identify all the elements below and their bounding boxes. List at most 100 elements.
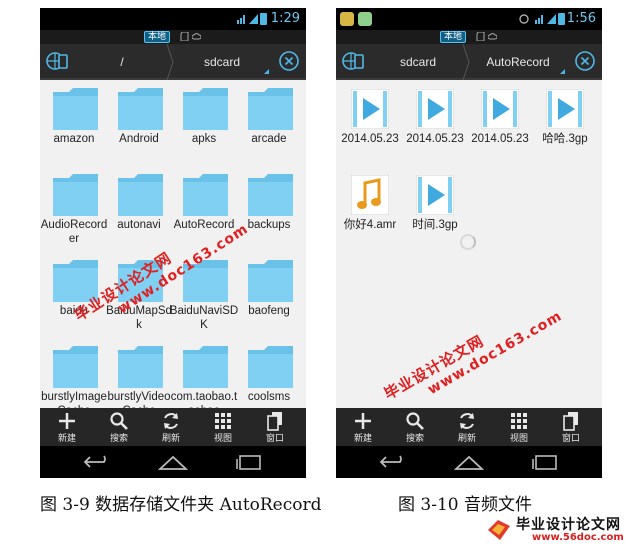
file-item[interactable]: 2014.05.23 — [467, 86, 533, 172]
folder-item[interactable]: backups — [236, 172, 302, 258]
new-label: 新建 — [353, 434, 372, 444]
folder-label: Android — [119, 133, 159, 145]
window-label: 窗口 — [561, 434, 580, 444]
refresh-icon — [460, 413, 474, 429]
file-item[interactable]: 2014.05.23 — [337, 86, 403, 172]
folder-item[interactable]: coolsms — [236, 344, 302, 408]
action-bar: 新建 搜索 刷新 视图 窗口 — [40, 408, 306, 446]
refresh-label: 刷新 — [457, 434, 476, 444]
breadcrumb-separator — [462, 44, 470, 80]
new-label: 新建 — [57, 434, 76, 444]
window-label: 窗口 — [265, 434, 284, 444]
folder-item[interactable]: com.taobao.taobao — [171, 344, 237, 408]
back-icon[interactable] — [82, 453, 112, 471]
dropdown-corner-icon — [560, 69, 565, 74]
audio-file-icon — [351, 175, 389, 215]
refresh-icon — [164, 413, 178, 429]
file-item[interactable]: 你好4.amr — [337, 172, 403, 258]
grid-view-icon — [511, 413, 527, 429]
battery-icon — [558, 13, 565, 25]
search-button[interactable]: 搜索 — [93, 408, 145, 446]
file-label: 哈哈.3gp — [542, 133, 588, 145]
refresh-button[interactable]: 刷新 — [441, 408, 493, 446]
folder-item[interactable]: amazon — [41, 86, 107, 172]
loading-spinner — [460, 234, 476, 250]
folder-label: apks — [191, 133, 217, 145]
breadcrumb-sdcard[interactable]: sdcard — [372, 44, 464, 80]
folder-label: amazon — [53, 133, 95, 145]
refresh-button[interactable]: 刷新 — [145, 408, 197, 446]
cloud-icon[interactable] — [192, 32, 201, 41]
folder-item[interactable]: AudioRecorder — [41, 172, 107, 258]
search-icon — [406, 412, 424, 430]
close-icon[interactable] — [276, 48, 302, 74]
file-label: 2014.05.23 — [471, 133, 529, 145]
folder-icon — [248, 346, 293, 388]
folder-icon — [248, 88, 293, 130]
folder-item[interactable]: autonavi — [106, 172, 172, 258]
folder-label: burstlyVideoCache — [107, 391, 171, 408]
file-item[interactable]: 哈哈.3gp — [532, 86, 598, 172]
breadcrumb-sdcard[interactable]: sdcard — [174, 44, 270, 80]
folder-label: arcade — [251, 133, 287, 145]
cloud-icon[interactable] — [488, 32, 497, 41]
site-logo: 毕业设计论文网 www.56doc.com — [486, 512, 638, 546]
view-button[interactable]: 视图 — [197, 408, 249, 446]
storage-badge[interactable]: 本地 — [440, 31, 467, 43]
home-icon[interactable] — [158, 453, 188, 471]
sd-card-icon[interactable] — [180, 32, 189, 41]
new-button[interactable]: 新建 — [41, 408, 93, 446]
path-toolbar: sdcard AutoRecord — [336, 44, 602, 80]
phone-screen-left: 1:29 本地 / sdcard amazon Android apks arc… — [40, 8, 306, 478]
folder-item[interactable]: baofeng — [236, 258, 302, 344]
recent-apps-icon[interactable] — [234, 453, 264, 471]
search-button[interactable]: 搜索 — [389, 408, 441, 446]
folder-icon — [118, 88, 163, 130]
system-nav-bar — [40, 446, 306, 478]
new-button[interactable]: 新建 — [337, 408, 389, 446]
sd-card-icon[interactable] — [476, 32, 485, 41]
file-item[interactable]: 时间.3gp — [402, 172, 468, 258]
figure-caption-left: 图 3-9 数据存储文件夹 AutoRecord — [40, 495, 322, 515]
folder-item[interactable]: burstlyImageCache — [41, 344, 107, 408]
folder-item[interactable]: Android — [106, 86, 172, 172]
window-button[interactable]: 窗口 — [545, 408, 597, 446]
folder-label: AudioRecorder — [40, 219, 108, 245]
windows-icon — [267, 412, 282, 431]
folder-label: autonavi — [117, 219, 161, 231]
file-label: 2014.05.23 — [341, 133, 399, 145]
storage-row: 本地 — [40, 30, 306, 44]
app-notification-icon — [340, 12, 354, 26]
close-icon[interactable] — [572, 48, 598, 74]
home-icon[interactable] — [454, 453, 484, 471]
recent-apps-icon[interactable] — [530, 453, 560, 471]
wifi-signal-icon — [237, 15, 245, 24]
folder-item[interactable]: arcade — [236, 86, 302, 172]
android-notification-icon — [358, 12, 372, 26]
wifi-signal-icon — [535, 15, 543, 24]
video-file-icon — [416, 89, 454, 129]
globe-phone-icon[interactable] — [340, 48, 366, 74]
breadcrumb-autorecord[interactable]: AutoRecord — [470, 44, 566, 80]
logo-title: 毕业设计论文网 — [516, 517, 621, 533]
folder-item[interactable]: apks — [171, 86, 237, 172]
status-time: 1:29 — [270, 11, 300, 26]
folder-label: burstlyImageCache — [41, 391, 107, 408]
folder-item[interactable]: burstlyVideoCache — [106, 344, 172, 408]
folder-label: BaiduNaviSDK — [169, 305, 239, 331]
view-button[interactable]: 视图 — [493, 408, 545, 446]
file-item[interactable]: 2014.05.23 — [402, 86, 468, 172]
search-label: 搜索 — [109, 434, 128, 444]
search-label: 搜索 — [405, 434, 424, 444]
globe-phone-icon[interactable] — [44, 48, 70, 74]
breadcrumb-root[interactable]: / — [76, 44, 168, 80]
storage-badge[interactable]: 本地 — [144, 31, 171, 43]
plus-icon — [59, 413, 75, 429]
back-icon[interactable] — [378, 453, 408, 471]
folder-label: coolsms — [247, 391, 291, 403]
folder-icon — [53, 174, 98, 216]
status-bar: 1:29 — [40, 8, 306, 30]
window-button[interactable]: 窗口 — [249, 408, 301, 446]
action-bar: 新建 搜索 刷新 视图 窗口 — [336, 408, 602, 446]
battery-icon — [260, 13, 267, 25]
